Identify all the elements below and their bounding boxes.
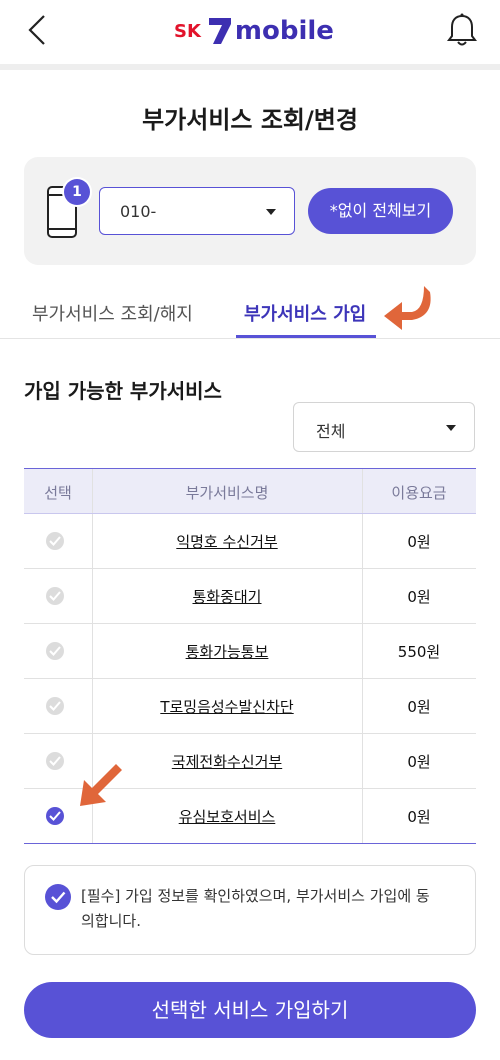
table-row: T로밍음성수발신차단 0원 (24, 679, 476, 734)
table-header: 선택 부가서비스명 이용요금 (24, 468, 476, 514)
service-name-link[interactable]: 통화가능통보 (186, 643, 269, 661)
tabs-divider (0, 338, 500, 339)
table-row: 통화중대기 0원 (24, 569, 476, 624)
notification-button[interactable] (446, 12, 478, 48)
row-checkbox[interactable] (46, 642, 64, 660)
check-icon (49, 536, 61, 546)
service-name-link[interactable]: 익명호 수신거부 (176, 533, 277, 551)
service-fee: 0원 (407, 698, 431, 716)
line-selector-panel: 1 010- *없이 전체보기 (24, 157, 476, 265)
header-fee: 이용요금 (391, 484, 447, 502)
column-divider (92, 469, 93, 513)
service-fee: 0원 (407, 808, 431, 826)
phone-number-value: 010- (120, 202, 157, 221)
service-fee: 550원 (397, 643, 441, 661)
bell-icon (447, 13, 477, 46)
logo-sk-text: SK (174, 20, 201, 42)
service-name-link[interactable]: 통화중대기 (192, 588, 261, 606)
app-header: SK mobile (0, 0, 500, 64)
sk7mobile-logo: SK mobile (174, 14, 334, 48)
pointer-arrow-icon (80, 764, 122, 806)
back-button[interactable] (22, 12, 58, 48)
agreement-text: [필수] 가입 정보를 확인하였으며, 부가서비스 가입에 동의합니다. (81, 887, 430, 930)
subscribe-button[interactable]: 선택한 서비스 가입하기 (24, 982, 476, 1038)
section-title: 가입 가능한 부가서비스 (24, 379, 222, 403)
line-count-badge: 1 (64, 179, 90, 205)
check-icon (49, 756, 61, 766)
agreement-box[interactable]: [필수] 가입 정보를 확인하였으며, 부가서비스 가입에 동의합니다. (24, 865, 476, 955)
service-fee: 0원 (407, 753, 431, 771)
chevron-left-icon (28, 15, 45, 45)
header-name: 부가서비스명 (185, 484, 269, 502)
phone-number-select[interactable]: 010- (99, 187, 295, 235)
caret-down-icon (446, 425, 456, 431)
row-checkbox-checked[interactable] (46, 807, 64, 825)
filter-value: 전체 (316, 422, 346, 441)
page-title: 부가서비스 조회/변경 (142, 106, 358, 134)
header-select: 선택 (44, 484, 72, 502)
table-row: 익명호 수신거부 0원 (24, 514, 476, 569)
row-checkbox[interactable] (46, 752, 64, 770)
row-checkbox[interactable] (46, 697, 64, 715)
row-checkbox[interactable] (46, 587, 64, 605)
logo-mobile-text: mobile (234, 16, 334, 46)
check-icon (49, 591, 61, 601)
category-filter-select[interactable]: 전체 (293, 402, 475, 452)
check-icon (49, 701, 61, 711)
column-divider (362, 469, 363, 513)
service-name-link[interactable]: T로밍음성수발신차단 (160, 698, 293, 716)
view-all-button[interactable]: *없이 전체보기 (308, 188, 453, 234)
check-icon (51, 891, 66, 904)
logo-seven-mark (208, 18, 231, 44)
table-row: 통화가능통보 550원 (24, 624, 476, 679)
agreement-checkbox[interactable] (45, 884, 71, 910)
service-fee: 0원 (407, 533, 431, 551)
service-fee: 0원 (407, 588, 431, 606)
tab-subscribe[interactable]: 부가서비스 가입 (244, 300, 366, 326)
caret-down-icon (266, 209, 276, 215)
check-icon (49, 646, 61, 656)
row-checkbox[interactable] (46, 532, 64, 550)
service-name-link[interactable]: 국제전화수신거부 (172, 753, 282, 771)
header-divider (0, 64, 500, 70)
check-icon (49, 811, 61, 821)
pointer-arrow-icon (384, 286, 431, 330)
tab-inquiry-cancel[interactable]: 부가서비스 조회/해지 (32, 300, 193, 326)
service-name-link[interactable]: 유심보호서비스 (179, 808, 276, 826)
